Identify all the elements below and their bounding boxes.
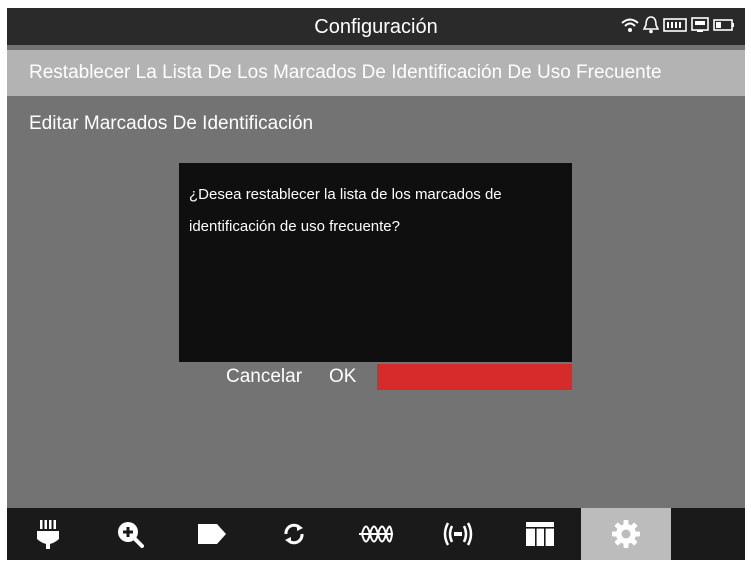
menu-item-edit-tags[interactable]: Editar Marcados De Identificación xyxy=(7,107,745,141)
bottom-navbar xyxy=(7,508,745,560)
refresh-icon xyxy=(281,521,307,547)
confirm-dialog: ¿Desea restablecer la lista de los marca… xyxy=(179,163,572,362)
menu-item-label: Restablecer La Lista De Los Marcados De … xyxy=(29,62,662,83)
ok-button[interactable]: OK xyxy=(329,364,356,390)
gear-icon xyxy=(611,519,641,549)
nav-waveform[interactable] xyxy=(335,508,417,560)
bell-icon xyxy=(642,15,660,39)
ok-highlight-bar[interactable] xyxy=(377,364,572,390)
nav-settings[interactable] xyxy=(581,508,671,560)
waveform-icon xyxy=(358,521,394,547)
dialog-message-line: identificación de uso frecuente? xyxy=(189,218,400,235)
nav-tag[interactable] xyxy=(171,508,253,560)
dialog-message-line: ¿Desea restablecer la lista de los marca… xyxy=(189,186,502,203)
battery-icon xyxy=(713,18,735,37)
menu-item-reset-frequent-tags[interactable]: Restablecer La Lista De Los Marcados De … xyxy=(7,50,745,96)
dialog-message: ¿Desea restablecer la lista de los marca… xyxy=(189,179,561,243)
nav-signal[interactable] xyxy=(417,508,499,560)
wifi-icon xyxy=(621,17,639,38)
status-icons xyxy=(621,15,735,39)
zoom-in-icon xyxy=(116,520,144,548)
top-bar: Configuración xyxy=(7,8,745,45)
nav-refresh[interactable] xyxy=(253,508,335,560)
nav-grid[interactable] xyxy=(499,508,581,560)
nav-connector[interactable] xyxy=(7,508,89,560)
nav-zoom[interactable] xyxy=(89,508,171,560)
device-screen: Configuración Restablecer La Lista De Lo… xyxy=(7,8,745,560)
monitor-icon xyxy=(691,16,709,38)
connector-icon xyxy=(35,519,61,549)
dialog-buttons: Cancelar OK xyxy=(179,364,572,390)
cancel-button[interactable]: Cancelar xyxy=(226,364,302,390)
grid-icon xyxy=(525,521,555,547)
tag-icon xyxy=(197,522,227,546)
signal-icon xyxy=(441,521,475,547)
memory-card-icon xyxy=(663,17,687,37)
menu-item-label: Editar Marcados De Identificación xyxy=(29,113,314,134)
